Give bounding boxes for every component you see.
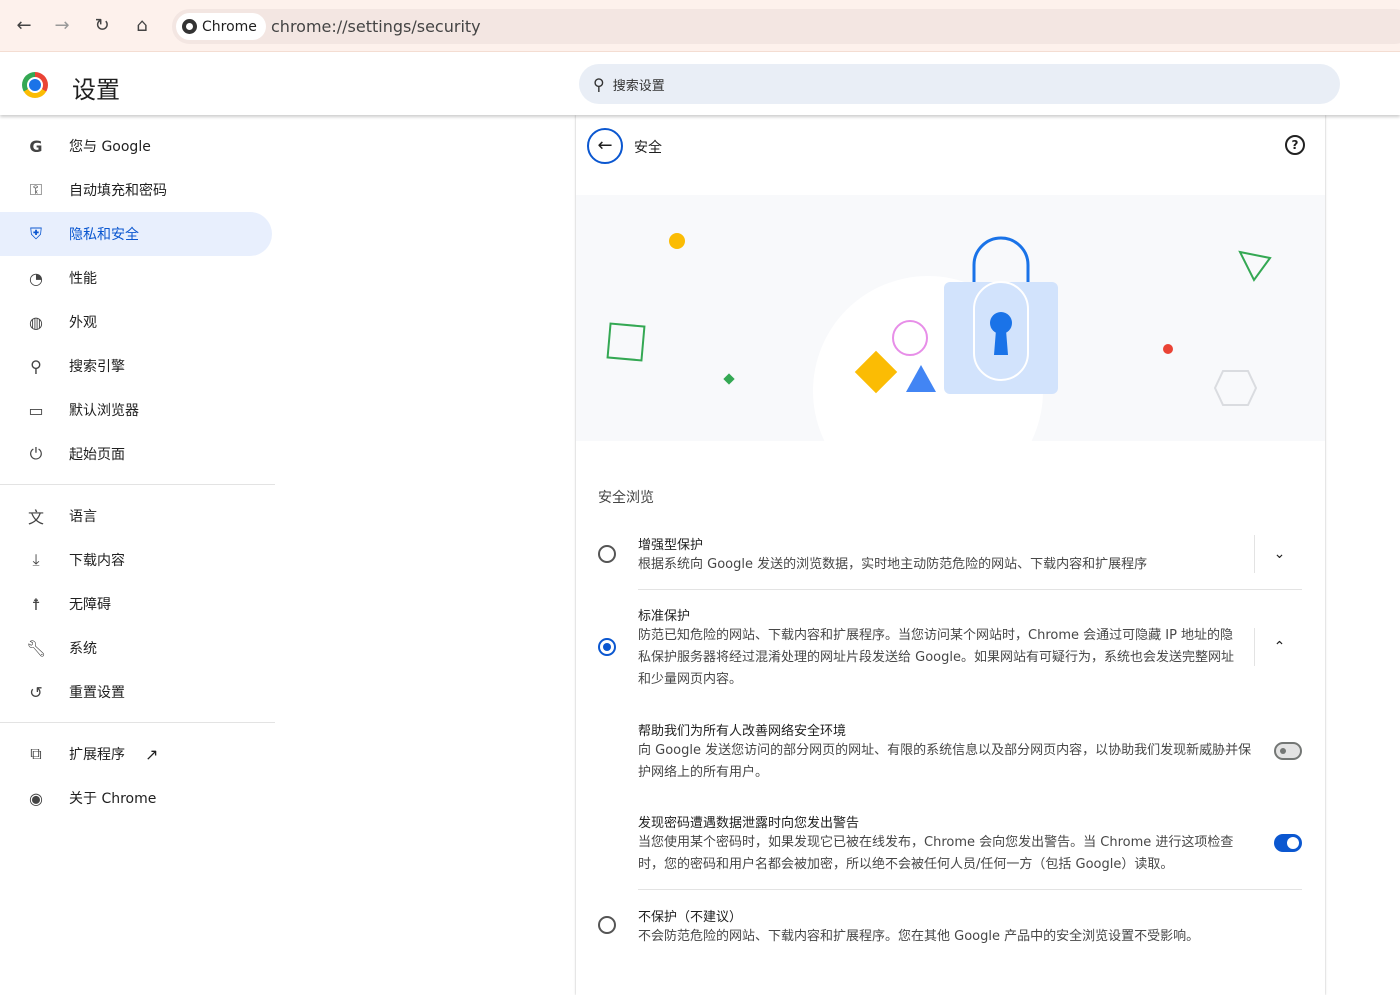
reset-icon: ↺ (29, 682, 43, 702)
gauge-icon: ◔ (29, 268, 43, 288)
enhanced-protection-radio[interactable] (598, 545, 616, 563)
settings-header: 设置 ⚲ 搜索设置 (0, 52, 1400, 115)
option-description: 根据系统向 Google 发送的浏览数据，实时地主动防范危险的网站、下载内容和扩… (638, 557, 1148, 572)
power-icon: ⏻ (29, 444, 43, 463)
sidebar-item-label: 下载内容 (69, 553, 125, 569)
section-title: 安全浏览 (598, 490, 654, 506)
sidebar-item-label: 外观 (69, 315, 97, 331)
sidebar-item-label: 语言 (69, 509, 97, 525)
back-arrow-icon[interactable]: ← (12, 14, 36, 38)
sidebar-item-label: 无障碍 (69, 597, 111, 613)
card-title: 安全 (634, 140, 662, 156)
standard-protection-radio[interactable] (598, 638, 616, 656)
sidebar-item-search-engine[interactable]: ⚲ 搜索引擎 (0, 344, 272, 388)
toggle-title: 帮助我们为所有人改善网络安全环境 (638, 724, 847, 739)
accessibility-icon: ☨ (31, 594, 41, 614)
toggle-title: 发现密码遭遇数据泄露时向您发出警告 (638, 816, 860, 831)
chrome-icon (182, 19, 197, 34)
sidebar-item-languages[interactable]: 文 语言 (0, 494, 272, 538)
search-input[interactable]: ⚲ 搜索设置 (579, 64, 1340, 104)
chevron-up-icon: ⌃ (1273, 639, 1286, 655)
sidebar-item-label: 扩展程序 (69, 747, 125, 763)
home-icon[interactable]: ⌂ (130, 14, 154, 38)
chrome-logo (22, 72, 48, 98)
palette-icon: ◍ (29, 312, 43, 332)
divider (638, 889, 1302, 890)
divider (0, 484, 275, 485)
toggle-description: 当您使用某个密码时，如果发现它已被在线发布，Chrome 会向您发出警告。当 C… (638, 835, 1234, 872)
sidebar-item-about[interactable]: ◉ 关于 Chrome (0, 776, 272, 820)
sidebar-item-label: 重置设置 (69, 685, 125, 701)
key-icon: ⚿ (29, 180, 43, 199)
url-text[interactable]: chrome://settings/security (271, 17, 481, 36)
browser-icon: ▭ (28, 400, 44, 420)
sidebar-item-downloads[interactable]: ⤓ 下载内容 (0, 538, 272, 582)
sidebar-item-extensions[interactable]: ⧉ 扩展程序 ↗ (0, 732, 272, 776)
browser-toolbar: ← → ↻ ⌂ Chrome chrome://settings/securit… (0, 0, 1400, 52)
option-description: 防范已知危险的网站、下载内容和扩展程序。当您访问某个网站时，Chrome 会通过… (638, 628, 1234, 687)
sidebar-item-label: 默认浏览器 (69, 403, 139, 419)
option-description: 不会防范危险的网站、下载内容和扩展程序。您在其他 Google 产品中的安全浏览… (638, 929, 1200, 944)
shield-icon: ⛨ (29, 224, 42, 243)
extension-icon: ⧉ (30, 744, 42, 763)
sidebar-item-appearance[interactable]: ◍ 外观 (0, 300, 272, 344)
improve-security-toggle[interactable] (1274, 742, 1302, 760)
sidebar-item-privacy[interactable]: ⛨ 隐私和安全 (0, 212, 272, 256)
sidebar-item-default-browser[interactable]: ▭ 默认浏览器 (0, 388, 272, 432)
expand-button[interactable]: ⌄ (1254, 535, 1304, 573)
toggle-description: 向 Google 发送您访问的部分网页的网址、有限的系统信息以及部分网页内容，以… (638, 743, 1252, 780)
password-leak-toggle[interactable] (1274, 834, 1302, 852)
illustration-svg (606, 233, 1272, 441)
search-placeholder: 搜索设置 (612, 78, 665, 94)
no-protection-radio[interactable] (598, 916, 616, 934)
search-icon: ⚲ (593, 74, 605, 94)
divider (638, 589, 1302, 590)
address-bar[interactable]: Chrome chrome://settings/security (172, 9, 1400, 44)
wrench-icon: 🔧︎ (26, 638, 47, 658)
sidebar-item-reset[interactable]: ↺ 重置设置 (0, 670, 272, 714)
chrome-icon: ◉ (29, 788, 43, 808)
sidebar-item-startup[interactable]: ⏻ 起始页面 (0, 432, 272, 476)
sidebar-item-label: 您与 Google (69, 139, 151, 155)
sidebar-item-system[interactable]: 🔧︎ 系统 (0, 626, 272, 670)
option-title: 增强型保护 (638, 538, 704, 553)
security-card: ← 安全 ? 安全浏览 增强型保护 根据系统向 Google 发送的浏览数据，实… (576, 115, 1325, 995)
forward-arrow-icon[interactable]: → (50, 14, 74, 38)
sidebar-item-accessibility[interactable]: ☨ 无障碍 (0, 582, 272, 626)
page-title: 设置 (72, 76, 120, 104)
sidebar-item-label: 系统 (69, 641, 97, 657)
sidebar-item-performance[interactable]: ◔ 性能 (0, 256, 272, 300)
external-link-icon: ↗ (145, 744, 159, 764)
reload-icon[interactable]: ↻ (90, 14, 114, 38)
sidebar-item-google[interactable]: G 您与 Google (0, 124, 272, 168)
sidebar: G 您与 Google ⚿ 自动填充和密码 ⛨ 隐私和安全 ◔ 性能 ◍ 外观 ⚲ 搜索引擎… (0, 115, 275, 820)
option-title: 标准保护 (638, 609, 691, 624)
sidebar-item-label: 起始页面 (69, 447, 125, 463)
sidebar-item-label: 隐私和安全 (69, 227, 139, 243)
sidebar-item-autofill[interactable]: ⚿ 自动填充和密码 (0, 168, 272, 212)
help-icon[interactable]: ? (1285, 135, 1305, 155)
back-button[interactable]: ← (587, 128, 623, 164)
translate-icon: 文 (27, 508, 44, 527)
chevron-down-icon: ⌄ (1273, 546, 1286, 562)
search-icon: ⚲ (30, 356, 42, 376)
security-illustration (576, 195, 1325, 441)
back-arrow-icon: ← (597, 135, 613, 156)
download-icon: ⤓ (32, 550, 40, 569)
sidebar-item-label: 自动填充和密码 (69, 183, 167, 199)
chip-label: Chrome (202, 18, 257, 35)
sidebar-item-label: 搜索引擎 (69, 359, 125, 375)
site-chip[interactable]: Chrome (176, 13, 266, 40)
google-icon: G (29, 136, 43, 156)
collapse-button[interactable]: ⌃ (1254, 628, 1304, 666)
sidebar-item-label: 关于 Chrome (69, 791, 157, 807)
sidebar-item-label: 性能 (69, 271, 97, 287)
divider (0, 722, 275, 723)
option-title: 不保护（不建议） (638, 910, 743, 925)
